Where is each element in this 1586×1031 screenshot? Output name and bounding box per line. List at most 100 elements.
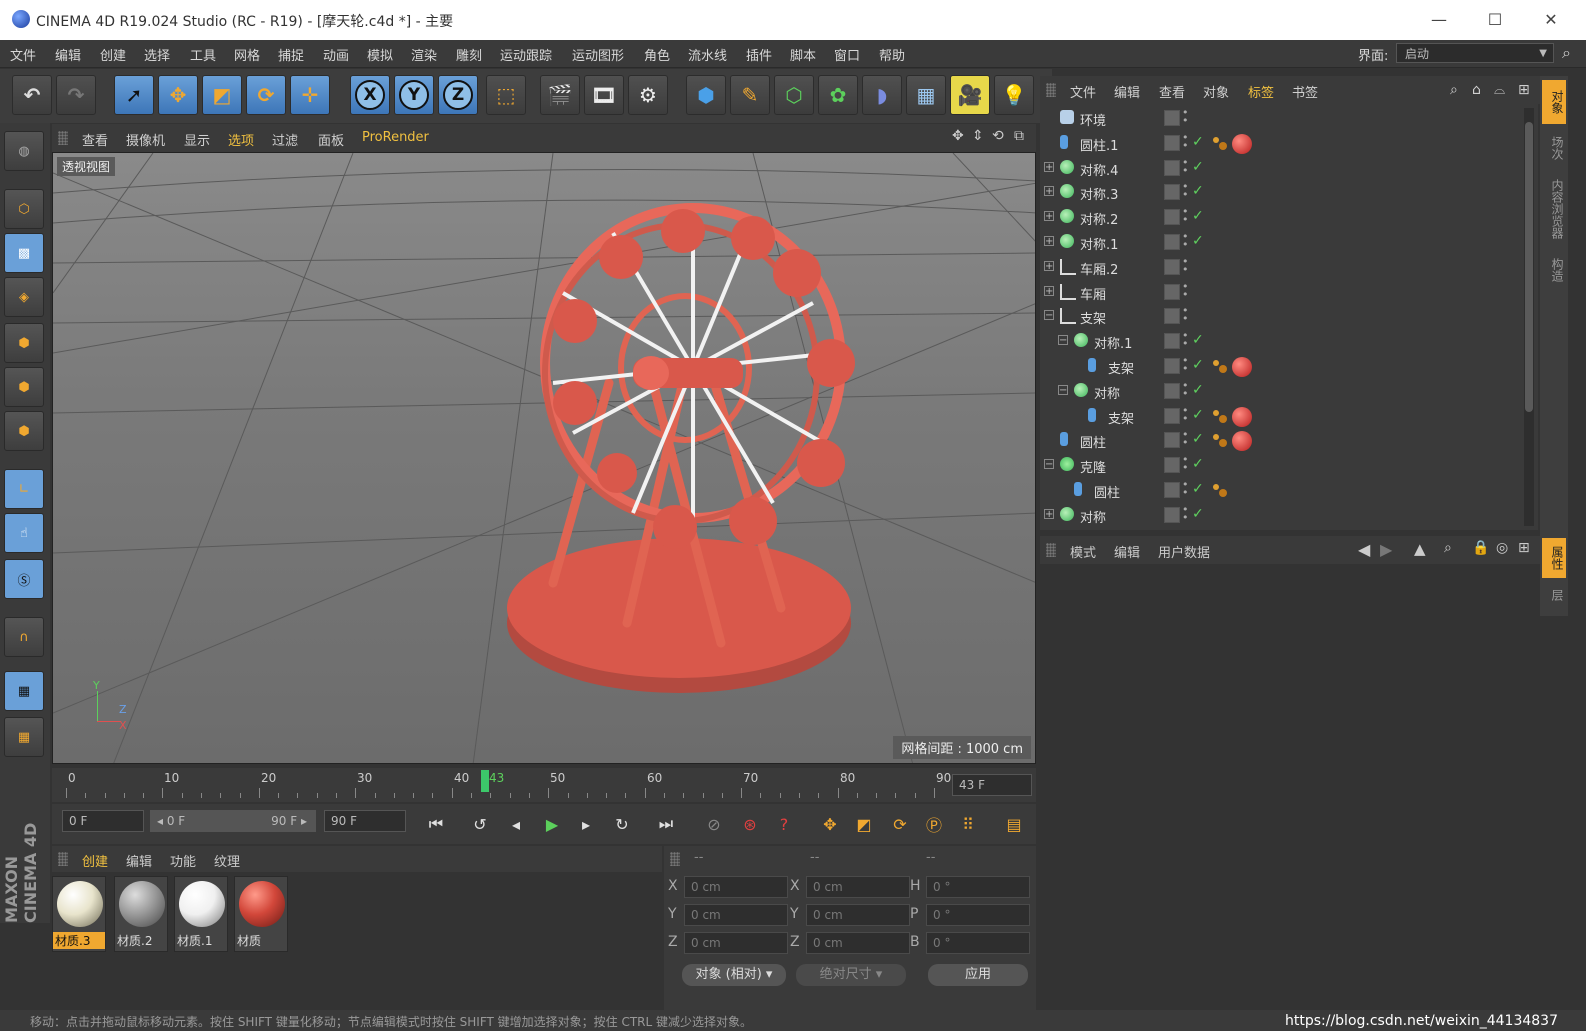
current-frame-field[interactable]: 43 F xyxy=(952,774,1032,796)
keyframe-selection-icon[interactable]: ? xyxy=(770,810,798,838)
next-key-icon[interactable]: ↻ xyxy=(608,810,636,838)
visibility-toggle-icon[interactable] xyxy=(1164,110,1180,126)
size-z-field[interactable]: 0 cm xyxy=(806,932,910,954)
om-menu-file[interactable]: 文件 xyxy=(1070,82,1096,101)
key-point-level-icon[interactable]: ⠿ xyxy=(954,810,982,838)
viewport-menu-view[interactable]: 查看 xyxy=(82,130,108,149)
visibility-toggle-icon[interactable] xyxy=(1164,382,1180,399)
visibility-toggle-icon[interactable] xyxy=(1164,234,1180,250)
render-dots-icon[interactable]: • • xyxy=(1182,157,1189,176)
search-icon[interactable]: ⌕ xyxy=(1562,43,1571,63)
viewport-menu-panel[interactable]: 面板 xyxy=(318,130,344,149)
expand-toggle-icon[interactable]: + xyxy=(1044,285,1054,296)
recent-tool-icon[interactable]: ✛ xyxy=(290,75,330,115)
om-menu-view[interactable]: 查看 xyxy=(1159,82,1185,101)
rotation-h-field[interactable]: 0 ° xyxy=(926,876,1030,898)
enabled-check-icon[interactable]: ✓ xyxy=(1192,357,1204,373)
enabled-check-icon[interactable]: ✓ xyxy=(1192,208,1204,224)
up-arrow-icon[interactable]: ▲ xyxy=(1414,540,1426,558)
material-tag-icon[interactable] xyxy=(1232,406,1252,427)
expand-toggle-icon[interactable]: − xyxy=(1044,459,1054,470)
edges-mode-icon[interactable]: ⬢ xyxy=(4,367,44,407)
texture-mode-icon[interactable]: ▩ xyxy=(4,233,44,273)
viewport-menu-cameras[interactable]: 摄像机 xyxy=(126,130,165,149)
key-rotation-icon[interactable]: ⟳ xyxy=(886,810,914,838)
object-list-scrollbar[interactable] xyxy=(1524,108,1534,526)
lock-icon[interactable]: 🔒 xyxy=(1472,540,1489,556)
close-button[interactable]: ✕ xyxy=(1528,6,1574,34)
forward-arrow-icon[interactable]: ▶ xyxy=(1380,540,1392,559)
visibility-toggle-icon[interactable] xyxy=(1164,258,1180,275)
key-scale-icon[interactable]: ◩ xyxy=(850,810,878,838)
move-tool-icon[interactable]: ✥ xyxy=(158,75,198,115)
material-menu-edit[interactable]: 编辑 xyxy=(126,851,152,870)
expand-toggle-icon[interactable]: + xyxy=(1044,186,1054,197)
phong-tag-icon[interactable] xyxy=(1212,135,1228,151)
workplane-mode-icon[interactable]: ◈ xyxy=(4,277,44,317)
pen-spline-icon[interactable]: ✎ xyxy=(730,75,770,115)
material-swatch[interactable]: 材质.3 xyxy=(52,876,106,952)
object-row[interactable]: − 支架 • • xyxy=(1040,304,1530,328)
visibility-toggle-icon[interactable] xyxy=(1164,159,1180,176)
render-dots-icon[interactable]: • • xyxy=(1182,429,1189,448)
render-dots-icon[interactable]: • • xyxy=(1182,355,1189,374)
enabled-check-icon[interactable]: ✓ xyxy=(1192,159,1204,175)
rotation-p-field[interactable]: 0 ° xyxy=(926,904,1030,926)
material-menu-texture[interactable]: 纹理 xyxy=(214,851,240,870)
menu-animate[interactable]: 动画 xyxy=(323,45,349,64)
menu-create[interactable]: 创建 xyxy=(100,45,126,64)
expand-toggle-icon[interactable]: − xyxy=(1058,335,1068,346)
scale-tool-icon[interactable]: ◩ xyxy=(202,75,242,115)
enabled-check-icon[interactable]: ✓ xyxy=(1192,506,1204,522)
attr-menu-edit[interactable]: 编辑 xyxy=(1114,542,1140,561)
expand-toggle-icon[interactable]: − xyxy=(1058,384,1068,395)
goto-start-icon[interactable]: ⏮ xyxy=(422,810,450,838)
live-selection-icon[interactable]: ➚ xyxy=(114,75,154,115)
material-tag-icon[interactable] xyxy=(1232,357,1252,377)
expand-toggle-icon[interactable]: + xyxy=(1044,236,1054,247)
viewport-zoom-icon[interactable]: ⇕ xyxy=(972,128,984,144)
visibility-toggle-icon[interactable] xyxy=(1164,482,1180,498)
layout-select[interactable]: 启动 ▼ xyxy=(1396,43,1554,63)
expand-toggle-icon[interactable]: + xyxy=(1044,161,1054,172)
attr-menu-user-data[interactable]: 用户数据 xyxy=(1158,542,1210,561)
visibility-toggle-icon[interactable] xyxy=(1164,407,1180,424)
object-row[interactable]: 支架 • • ✓ xyxy=(1040,354,1530,378)
home-icon[interactable]: ⌂ xyxy=(1472,82,1481,98)
render-dots-icon[interactable]: • • xyxy=(1182,330,1189,349)
attr-menu-mode[interactable]: 模式 xyxy=(1070,542,1096,561)
position-y-field[interactable]: 0 cm xyxy=(684,904,788,926)
visibility-toggle-icon[interactable] xyxy=(1164,134,1180,151)
new-panel-icon[interactable]: ⊞ xyxy=(1518,82,1530,98)
render-dots-icon[interactable]: • • xyxy=(1182,231,1189,250)
object-row[interactable]: + 对称.2 • • ✓ xyxy=(1040,205,1530,229)
object-row[interactable]: − 对称.1 • • ✓ xyxy=(1040,329,1530,353)
locked-workplane-icon[interactable]: ▦ xyxy=(4,671,44,711)
render-dots-icon[interactable]: • • xyxy=(1182,181,1189,200)
target-icon[interactable]: ◎ xyxy=(1496,540,1508,556)
position-z-field[interactable]: 0 cm xyxy=(684,932,788,954)
menu-pipeline[interactable]: 流水线 xyxy=(688,45,727,64)
menu-mograph[interactable]: 运动图形 xyxy=(572,45,624,64)
expand-toggle-icon[interactable]: + xyxy=(1044,508,1054,519)
visibility-toggle-icon[interactable] xyxy=(1164,358,1180,374)
om-menu-tags[interactable]: 标签 xyxy=(1248,82,1274,101)
render-to-picture-viewer-icon[interactable]: 🎞 xyxy=(584,75,624,115)
object-row[interactable]: 支架 • • ✓ xyxy=(1040,404,1530,428)
autokey-icon[interactable]: ⊛ xyxy=(736,810,764,838)
viewport-menu-prorender[interactable]: ProRender xyxy=(362,130,429,145)
planar-workplane-icon[interactable]: ▦ xyxy=(4,717,44,757)
x-axis-lock-button[interactable]: X xyxy=(350,75,390,115)
key-parameter-icon[interactable]: Ⓟ xyxy=(920,810,948,838)
viewport-menu-filter[interactable]: 过滤 xyxy=(272,130,298,149)
menu-render[interactable]: 渲染 xyxy=(411,45,437,64)
menu-help[interactable]: 帮助 xyxy=(879,45,905,64)
viewport-menu-display[interactable]: 显示 xyxy=(184,130,210,149)
phong-tag-icon[interactable] xyxy=(1212,358,1228,374)
cloner-icon[interactable]: ✿ xyxy=(818,75,858,115)
timeline-window-icon[interactable]: ▤ xyxy=(1000,810,1028,838)
enabled-check-icon[interactable]: ✓ xyxy=(1192,431,1204,447)
viewport-move-icon[interactable]: ✥ xyxy=(952,128,964,144)
record-disabled-icon[interactable]: ⊘ xyxy=(700,810,728,838)
visibility-toggle-icon[interactable] xyxy=(1164,308,1180,325)
